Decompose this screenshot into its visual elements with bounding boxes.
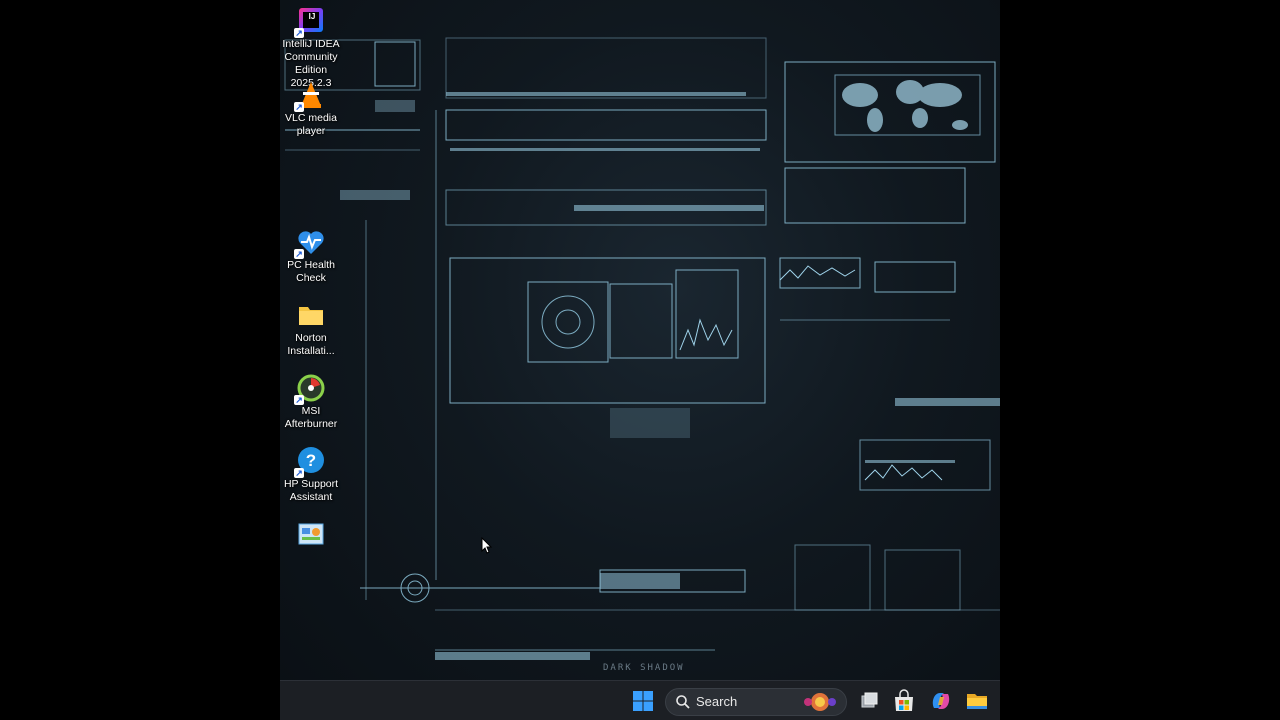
shortcut-arrow-icon: ↗ (294, 468, 304, 478)
start-button[interactable] (630, 688, 656, 714)
desktop-icon-hp-support[interactable]: ? ↗ HP Support Assistant (280, 446, 343, 504)
taskbar-search-box[interactable]: Search (665, 688, 847, 716)
shortcut-arrow-icon: ↗ (294, 249, 304, 259)
desktop-icon-label: VLC media player (285, 112, 337, 137)
search-highlight-icon (804, 693, 836, 711)
mouse-cursor-icon (481, 537, 493, 554)
task-view-icon (861, 692, 878, 708)
desktop-icon-label: MSI Afterburner (284, 405, 338, 430)
search-icon (676, 695, 690, 709)
task-view-button[interactable] (856, 688, 882, 714)
shortcut-arrow-icon: ↗ (294, 28, 304, 38)
desktop-icon-intellij[interactable]: IJ ↗ IntelliJ IDEA Community Edition 202… (280, 6, 343, 90)
pc-health-check-icon: ↗ (294, 227, 326, 259)
intellij-idea-icon: IJ ↗ (294, 6, 326, 38)
desktop-icon-label: HP Support Assistant (283, 478, 339, 503)
copilot-button[interactable] (928, 688, 954, 714)
taskbar: Search (280, 680, 1000, 720)
svg-text:?: ? (306, 451, 316, 470)
desktop-icon-control-panel[interactable] (280, 520, 343, 552)
hp-support-icon: ? ↗ (294, 446, 326, 478)
hud-wallpaper (284, 37, 1000, 660)
desktop-icon-vlc[interactable]: ↗ VLC media player (280, 80, 343, 138)
microsoft-store-button[interactable] (891, 688, 917, 714)
control-panel-icon (296, 520, 326, 550)
msi-afterburner-icon: ↗ (294, 373, 326, 405)
shortcut-arrow-icon: ↗ (294, 102, 304, 112)
vlc-icon: ↗ (294, 80, 326, 112)
copilot-icon (932, 693, 950, 709)
search-placeholder: Search (696, 694, 738, 709)
desktop-icon-norton-folder[interactable]: Norton Installati... (280, 300, 343, 358)
windows-start-icon (633, 691, 653, 711)
desktop-icon-msi-afterburner[interactable]: ↗ MSI Afterburner (280, 373, 343, 431)
desktop-screen: IJ ↗ IntelliJ IDEA Community Edition 202… (280, 0, 1000, 720)
microsoft-store-icon (895, 689, 913, 711)
wallpaper-watermark: DARK SHADOW (603, 663, 685, 673)
file-explorer-icon (967, 694, 987, 709)
desktop-icon-label: PC Health Check (287, 259, 335, 284)
file-explorer-button[interactable] (964, 688, 990, 714)
folder-icon (296, 300, 326, 330)
desktop-icon-pc-health-check[interactable]: ↗ PC Health Check (280, 227, 343, 285)
desktop-icon-label: Norton Installati... (287, 332, 335, 357)
shortcut-arrow-icon: ↗ (294, 395, 304, 405)
